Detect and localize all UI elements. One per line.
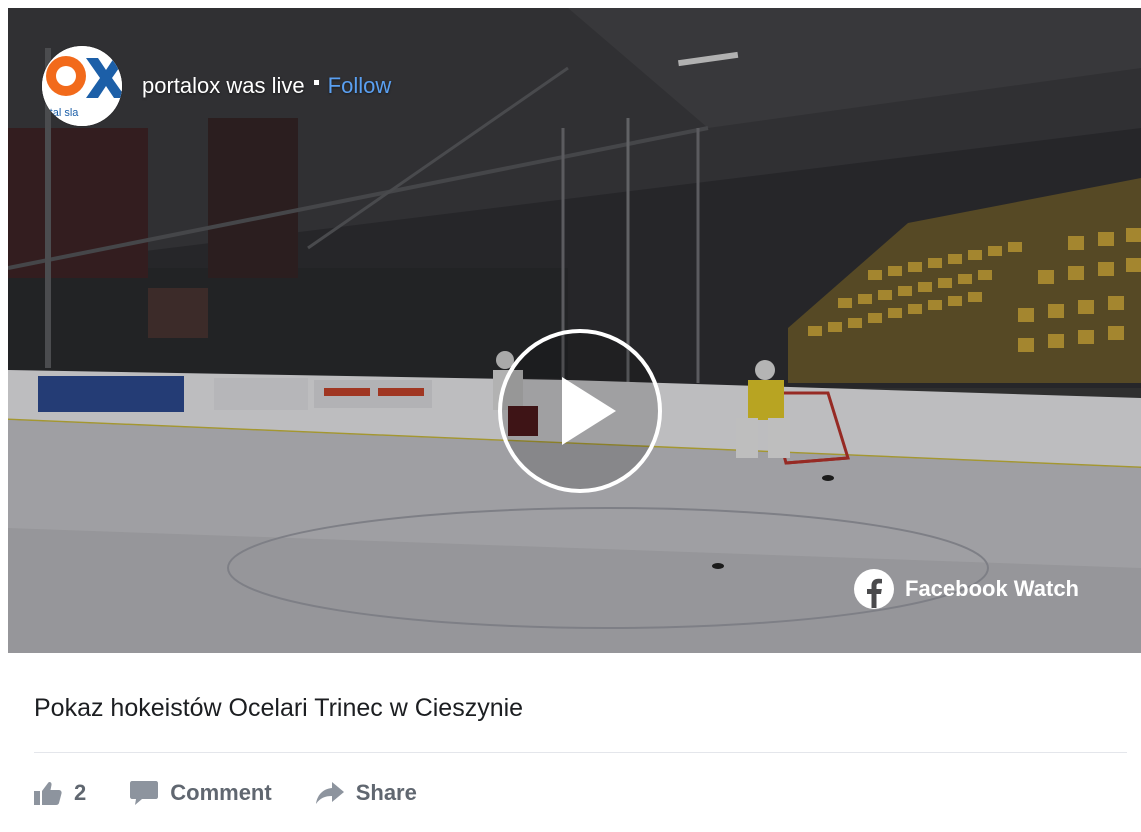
divider: [34, 752, 1127, 753]
like-count: 2: [74, 780, 87, 805]
separator-dot: [313, 79, 319, 85]
facebook-logo-icon: [854, 569, 894, 609]
facebook-watch-label: Facebook Watch: [905, 576, 1079, 601]
play-icon: [562, 377, 616, 445]
comment-bubble-icon: [130, 781, 159, 805]
facebook-video-embed: rtal sla portalox was live Follow Facebo…: [8, 8, 1141, 832]
video-header: rtal sla portalox was live Follow: [42, 44, 391, 128]
post-actions: 2 Comment Share: [34, 780, 417, 806]
share-button[interactable]: Share: [315, 780, 417, 806]
video-player[interactable]: rtal sla portalox was live Follow Facebo…: [8, 8, 1141, 653]
share-label: Share: [355, 780, 417, 805]
portalox-logo: rtal sla: [42, 46, 122, 126]
comment-label: Comment: [170, 780, 272, 805]
thumbs-up-icon: [34, 781, 62, 805]
facebook-watch-link[interactable]: Facebook Watch: [853, 568, 1079, 610]
comment-button[interactable]: Comment: [130, 780, 272, 806]
avatar-subtext: rtal sla: [46, 107, 79, 119]
live-status-text: portalox was live: [142, 73, 305, 98]
play-button[interactable]: [498, 329, 662, 493]
like-button[interactable]: 2: [34, 780, 86, 806]
live-status-line: portalox was live Follow: [142, 73, 391, 99]
follow-link[interactable]: Follow: [328, 73, 392, 99]
share-arrow-icon: [315, 782, 344, 804]
page-avatar[interactable]: rtal sla: [42, 46, 122, 126]
post-caption: Pokaz hokeistów Ocelari Trinec w Cieszyn…: [34, 694, 524, 722]
